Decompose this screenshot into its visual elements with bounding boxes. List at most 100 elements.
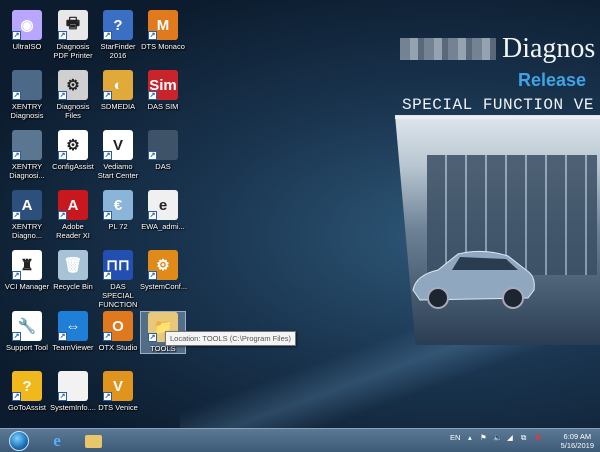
desktop-icon-label: SystemInfo.... (50, 403, 96, 412)
desktop-icon-label: SDMEDIA (100, 102, 136, 111)
teamviewer-icon: ⇔ ↗ (58, 311, 88, 341)
dts-monaco-icon: M ↗ (148, 10, 178, 40)
desktop-icon-label: VCI Manager (4, 282, 50, 291)
shortcut-arrow-icon: ↗ (148, 151, 157, 160)
desktop-icon-systeminfo[interactable]: ↗ SystemInfo.... (50, 371, 96, 412)
shortcut-arrow-icon: ↗ (103, 151, 112, 160)
shortcut-arrow-icon: ↗ (148, 271, 157, 280)
desktop-icon-label: Diagnosis Files (56, 102, 90, 120)
desktop-icon-ewa-admi[interactable]: e ↗ EWA_admi... (140, 190, 186, 231)
desktop-icon-ultraiso[interactable]: ◉ ↗ UltraISO (4, 10, 50, 51)
xentry-diagnosi-icon: ↗ (12, 130, 42, 160)
wallpaper-brand: Diagnos (400, 33, 595, 65)
folder-icon (84, 434, 102, 448)
desktop-icon-das[interactable]: ↗ DAS (140, 130, 186, 171)
ultraiso-icon: ◉ ↗ (12, 10, 42, 40)
shortcut-arrow-icon: ↗ (58, 332, 67, 341)
file-explorer-taskbar-button[interactable] (82, 431, 104, 451)
wallpaper-subtitle: SPECIAL FUNCTION VE (402, 96, 594, 114)
shortcut-arrow-icon: ↗ (58, 31, 67, 40)
shortcut-arrow-icon: ↗ (12, 91, 21, 100)
desktop-icon-label: SystemConf... (140, 282, 188, 291)
das-sim-icon: Sim ↗ (148, 70, 178, 100)
shortcut-arrow-icon: ↗ (103, 332, 112, 341)
desktop-icon-label: XENTRY Diagnosis (10, 102, 44, 120)
desktop-icon-systemconf[interactable]: ⚙ ↗ SystemConf... (140, 250, 188, 291)
desktop-icon-das-sim[interactable]: Sim ↗ DAS SIM (140, 70, 186, 111)
recycle-bin-icon: 🗑 (58, 250, 88, 280)
desktop-icon-xentry-diagnosis[interactable]: ↗ XENTRY Diagnosis (4, 70, 50, 120)
desktop-icon-label: DAS SIM (147, 102, 179, 111)
desktop-icon-xentry-diagnosi[interactable]: ↗ XENTRY Diagnosi... (4, 130, 50, 180)
desktop-icon-dts-venice[interactable]: V ↗ DTS Venice (95, 371, 141, 412)
shortcut-arrow-icon: ↗ (58, 91, 67, 100)
desktop-icon-label: OTX Studio (98, 343, 138, 352)
ewa-admi-icon: e ↗ (148, 190, 178, 220)
desktop-icon-diagnosis-files[interactable]: ⚙ ↗ Diagnosis Files (50, 70, 96, 120)
volume-icon[interactable]: 🔈 (493, 433, 502, 442)
desktop-icon-adobe-reader-xi[interactable]: A ↗ Adobe Reader XI (50, 190, 96, 240)
systeminfo-icon: ↗ (58, 371, 88, 401)
action-center-icon[interactable]: ⚑ (480, 433, 487, 442)
xentry-diagno-icon: A ↗ (12, 190, 42, 220)
desktop-icon-label: DTS Venice (98, 403, 138, 412)
network-signal-icon[interactable]: ◢ (507, 433, 513, 442)
desktop-icon-starfinder-2016[interactable]: ? ↗ StarFinder 2016 (95, 10, 141, 60)
shortcut-arrow-icon: ↗ (58, 151, 67, 160)
shortcut-arrow-icon: ↗ (12, 151, 21, 160)
vci-manager-icon: ♜ ↗ (12, 250, 42, 280)
desktop-icon-otx-studio[interactable]: O ↗ OTX Studio (95, 311, 141, 352)
wallpaper-garage-image (395, 115, 600, 345)
pixelated-logo (400, 38, 496, 60)
tray-app-icon[interactable]: ⧉ (521, 433, 526, 443)
xentry-diagnosis-icon: ↗ (12, 70, 42, 100)
diagnosis-pdf-printer-icon: 🖶 ↗ (58, 10, 88, 40)
clock[interactable]: 6:09 AM 5/16/2019 (561, 432, 594, 450)
desktop-icon-recycle-bin[interactable]: 🗑 Recycle Bin (50, 250, 96, 291)
gotoassist-icon: ? ↗ (12, 371, 42, 401)
desktop-icon-configassist[interactable]: ⚙ ↗ ConfigAssist (50, 130, 96, 171)
desktop-icon-label: GoToAssist (8, 403, 46, 412)
diagnosis-files-icon: ⚙ ↗ (58, 70, 88, 100)
desktop-icon-xentry-diagno[interactable]: A ↗ XENTRY Diagno... (4, 190, 50, 240)
otx-studio-icon: O ↗ (103, 311, 133, 341)
desktop-icon-diagnosis-pdf-printer[interactable]: 🖶 ↗ Diagnosis PDF Printer (50, 10, 96, 60)
desktop-icon-label: DTS Monaco (141, 42, 185, 51)
desktop-icon-gotoassist[interactable]: ? ↗ GoToAssist (4, 371, 50, 412)
shortcut-arrow-icon: ↗ (12, 271, 21, 280)
desktop-icon-vediamo-start-center[interactable]: V ↗ Vediamo Start Center (95, 130, 141, 180)
desktop-icon-teamviewer[interactable]: ⇔ ↗ TeamViewer (50, 311, 96, 352)
shortcut-arrow-icon: ↗ (12, 392, 21, 401)
desktop-icon-label: XENTRY Diagno... (11, 222, 43, 240)
desktop-icon-sdmedia[interactable]: ◐ ↗ SDMEDIA (95, 70, 141, 111)
das-icon: ↗ (148, 130, 178, 160)
shortcut-arrow-icon: ↗ (148, 333, 157, 342)
desktop-icon-label: PL 72 (108, 222, 128, 231)
network-disconnected-icon[interactable]: ✖ (535, 433, 541, 442)
taskbar: e EN ▴ ⚑ 🔈 ◢ ⧉ ✖ 6:09 AM 5/16/2019 (0, 428, 600, 452)
shortcut-arrow-icon: ↗ (103, 91, 112, 100)
show-hidden-icons[interactable]: ▴ (468, 433, 472, 442)
desktop-icon-vci-manager[interactable]: ♜ ↗ VCI Manager (4, 250, 50, 291)
desktop-icon-label: TeamViewer (52, 343, 94, 352)
shortcut-arrow-icon: ↗ (12, 31, 21, 40)
desktop-icon-label: Vediamo Start Center (97, 162, 139, 180)
internet-explorer-taskbar-button[interactable]: e (46, 431, 68, 451)
shortcut-arrow-icon: ↗ (103, 31, 112, 40)
desktop-icon-label: UltraISO (12, 42, 42, 51)
desktop-icon-dts-monaco[interactable]: M ↗ DTS Monaco (140, 10, 186, 51)
start-button[interactable] (6, 431, 32, 451)
desktop-icon-label: StarFinder 2016 (100, 42, 136, 60)
shortcut-arrow-icon: ↗ (148, 91, 157, 100)
wallpaper-title: Diagnos (502, 33, 596, 64)
desktop-icon-pl-72[interactable]: € ↗ PL 72 (95, 190, 141, 231)
clock-date: 5/16/2019 (560, 441, 594, 450)
shortcut-arrow-icon: ↗ (103, 211, 112, 220)
desktop-icon-support-tool[interactable]: 🔧 ↗ Support Tool (4, 311, 50, 352)
desktop-icon-das-special-function[interactable]: ⊓⊓ ↗ DAS SPECIAL FUNCTION (95, 250, 141, 309)
shortcut-arrow-icon: ↗ (103, 392, 112, 401)
desktop-icon-label: EWA_admi... (141, 222, 185, 231)
language-indicator[interactable]: EN (450, 433, 460, 442)
support-tool-icon: 🔧 ↗ (12, 311, 42, 341)
shortcut-arrow-icon: ↗ (58, 392, 67, 401)
